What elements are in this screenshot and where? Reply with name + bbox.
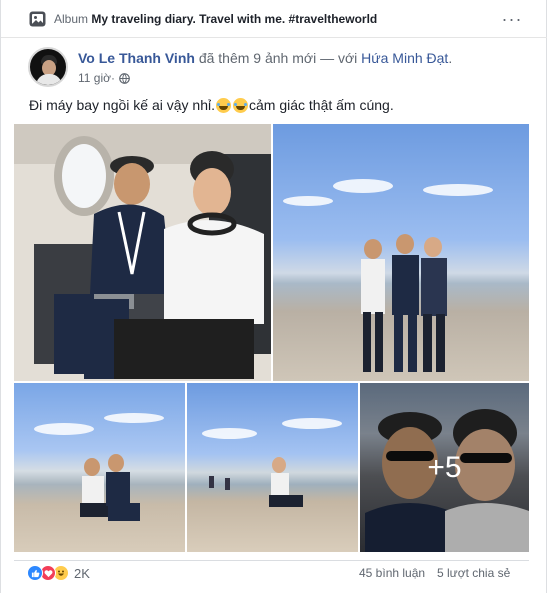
album-title[interactable]: Album My traveling diary. Travel with me… bbox=[54, 12, 377, 26]
rofl-emoji-icon bbox=[232, 97, 248, 113]
album-prefix: Album bbox=[54, 12, 89, 26]
post-card: Album My traveling diary. Travel with me… bbox=[0, 0, 547, 593]
more-options-button[interactable]: ··· bbox=[499, 9, 525, 29]
meta-separator: · bbox=[111, 71, 115, 85]
post-header-line: Vo Le Thanh Vinh đã thêm 9 ảnh mới — với… bbox=[78, 50, 452, 66]
comments-count-link[interactable]: 45 bình luận bbox=[359, 566, 425, 580]
solo-crouch-photo-icon bbox=[209, 457, 303, 507]
album-header: Album My traveling diary. Travel with me… bbox=[1, 0, 547, 38]
globe-icon[interactable] bbox=[119, 72, 130, 84]
footer-divider bbox=[14, 560, 529, 561]
author-name-link[interactable]: Vo Le Thanh Vinh bbox=[78, 50, 195, 66]
photo-4[interactable] bbox=[187, 383, 358, 552]
reaction-count: 2K bbox=[74, 565, 90, 581]
album-name[interactable]: My traveling diary. Travel with me. #tra… bbox=[91, 12, 377, 26]
post-text: Đi máy bay ngồi kế ai vậy nhỉ. cảm giác … bbox=[29, 97, 394, 113]
period-text: . bbox=[448, 50, 453, 66]
post-text-part2: cảm giác thật ấm cúng. bbox=[248, 97, 394, 113]
photo-1[interactable] bbox=[14, 124, 271, 381]
tagged-friend-link[interactable]: Hứa Minh Đạt bbox=[361, 50, 448, 66]
reactions-summary[interactable]: 2K bbox=[27, 564, 90, 582]
album-icon bbox=[29, 11, 46, 27]
shares-count-link[interactable]: 5 lượt chia sẻ bbox=[437, 566, 510, 580]
more-photos-overlay[interactable]: +5 bbox=[360, 383, 529, 552]
photo-3[interactable] bbox=[14, 383, 185, 552]
author-avatar[interactable] bbox=[28, 47, 68, 87]
post-text-part1: Đi máy bay ngồi kế ai vậy nhỉ. bbox=[29, 97, 215, 113]
post-meta: 11 giờ · bbox=[78, 71, 130, 85]
post-action-text: đã thêm 9 ảnh mới — với bbox=[194, 50, 362, 66]
photo-2[interactable] bbox=[273, 124, 529, 381]
post-timestamp[interactable]: 11 giờ bbox=[78, 71, 111, 85]
ellipsis-icon: ··· bbox=[501, 8, 523, 29]
like-reaction-icon bbox=[27, 565, 43, 581]
crouching-duo-photo-icon bbox=[80, 454, 140, 521]
lake-trio-photo-icon bbox=[361, 234, 447, 372]
laughing-tears-emoji-icon bbox=[215, 97, 231, 113]
airplane-cabin-photo-icon bbox=[14, 124, 271, 381]
